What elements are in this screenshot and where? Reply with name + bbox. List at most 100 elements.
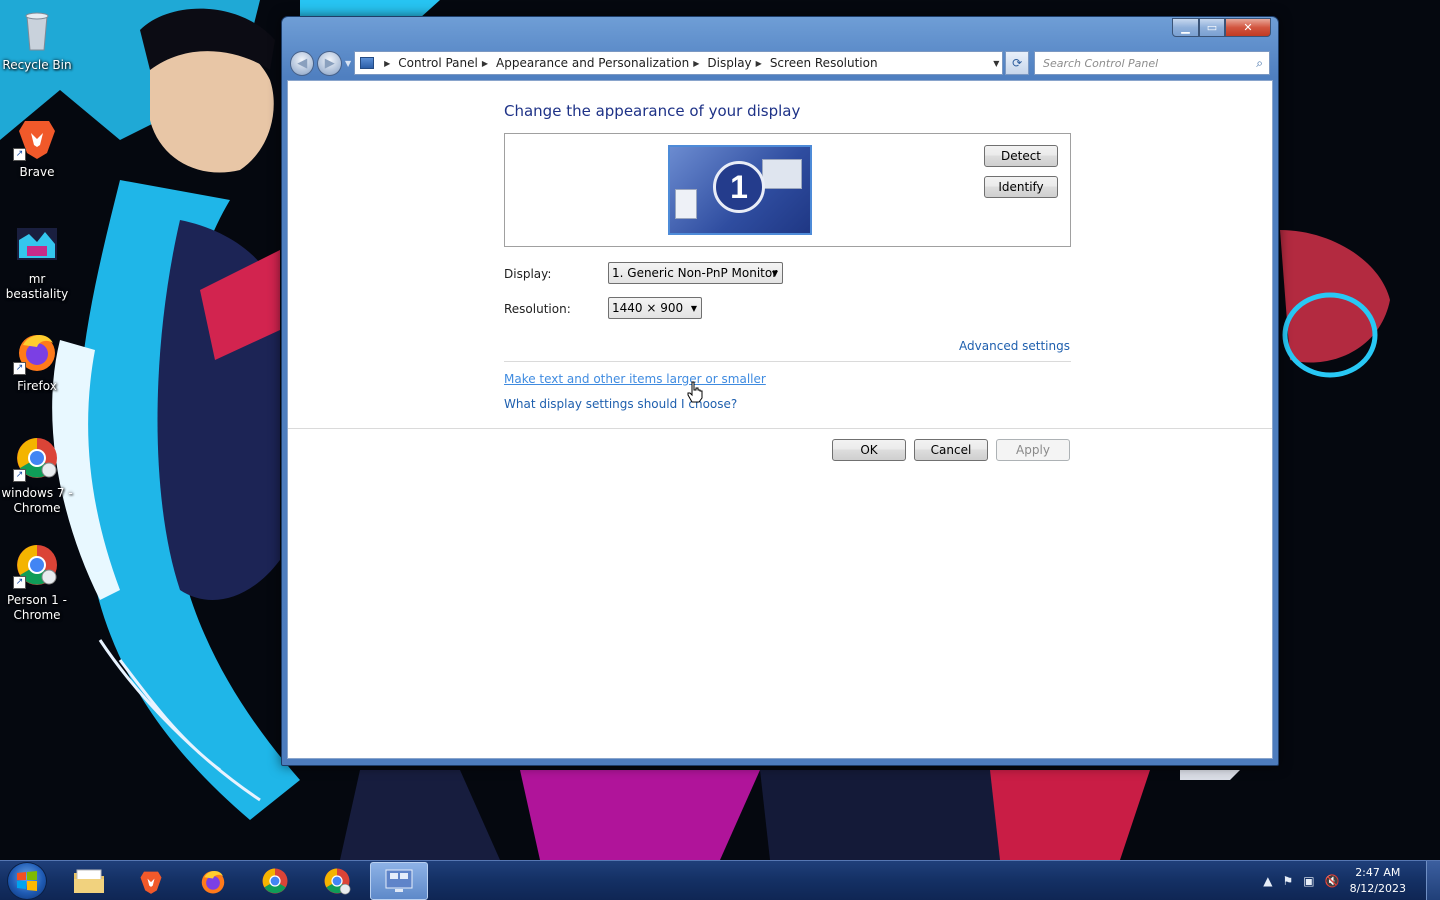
action-center-flag-icon[interactable]: ⚑ bbox=[1283, 874, 1294, 888]
brave-icon bbox=[140, 871, 162, 894]
screen-resolution-window: ▁ ▭ ✕ ◀ ▶ ▼ ▶ Control Panel ▶ Appearance… bbox=[281, 16, 1279, 766]
taskbar-chrome[interactable] bbox=[246, 862, 304, 900]
window-thumbnail-icon bbox=[762, 159, 802, 189]
desktop-icon-label: Recycle Bin bbox=[2, 58, 72, 72]
show-desktop-button[interactable] bbox=[1426, 861, 1440, 900]
resolution-select-value: 1440 × 900 bbox=[612, 301, 684, 315]
shortcut-arrow-icon: ↗ bbox=[13, 362, 26, 375]
page-title: Change the appearance of your display bbox=[504, 102, 801, 120]
desktop-icon-windows7-chrome[interactable]: ↗ windows 7 - Chrome bbox=[0, 434, 74, 516]
back-arrow-icon: ◀ bbox=[297, 55, 308, 71]
system-tray: ▲ ⚑ ▣ 🔇 2:47 AM 8/12/2023 bbox=[1263, 861, 1440, 900]
breadcrumb-control-panel[interactable]: Control Panel bbox=[398, 56, 478, 70]
search-placeholder: Search Control Panel bbox=[1042, 56, 1159, 70]
detect-button[interactable]: Detect bbox=[984, 145, 1058, 167]
shortcut-arrow-icon: ↗ bbox=[13, 148, 26, 161]
chrome-icon bbox=[262, 868, 288, 894]
taskbar-firefox[interactable] bbox=[184, 862, 242, 900]
windows-explorer-icon bbox=[74, 869, 104, 893]
forward-arrow-icon: ▶ bbox=[324, 55, 335, 71]
chevron-down-icon: ▼ bbox=[690, 303, 697, 313]
show-hidden-icons-icon[interactable]: ▲ bbox=[1263, 874, 1272, 888]
desktop-icon-brave[interactable]: ↗ Brave bbox=[0, 113, 74, 180]
monitor-number: 1 bbox=[713, 161, 765, 213]
breadcrumb-separator-icon[interactable]: ▶ bbox=[756, 59, 762, 68]
breadcrumb-separator-icon[interactable]: ▶ bbox=[384, 59, 390, 68]
desktop-icon-mr-beastiality[interactable]: mr beastiality bbox=[0, 220, 74, 302]
window-controls: ▁ ▭ ✕ bbox=[1172, 18, 1271, 37]
display-label: Display: bbox=[504, 267, 552, 281]
chrome-icon: ↗ bbox=[13, 541, 61, 589]
desktop-icon-recycle-bin[interactable]: Recycle Bin bbox=[0, 6, 74, 73]
address-bar[interactable]: ▶ Control Panel ▶ Appearance and Persona… bbox=[354, 51, 1004, 75]
desktop-icon-label: Person 1 - Chrome bbox=[7, 593, 67, 622]
display-select-value: 1. Generic Non-PnP Monitor bbox=[612, 266, 778, 280]
volume-muted-icon[interactable]: 🔇 bbox=[1325, 874, 1340, 888]
monitor-preview-area: 1 Detect Identify bbox=[504, 133, 1071, 247]
desktop-icon-label: Brave bbox=[19, 165, 55, 179]
maximize-icon: ▭ bbox=[1206, 21, 1218, 34]
hand-cursor-icon bbox=[686, 381, 704, 406]
firefox-icon bbox=[201, 870, 225, 894]
recent-pages-dropdown-icon[interactable]: ▼ bbox=[345, 59, 351, 68]
forward-button[interactable]: ▶ bbox=[317, 50, 342, 76]
chrome-icon bbox=[324, 868, 351, 895]
breadcrumb-appearance[interactable]: Appearance and Personalization bbox=[496, 56, 689, 70]
chevron-down-icon: ▼ bbox=[771, 268, 778, 278]
image-file-icon bbox=[13, 220, 61, 268]
desktop-icon-label: Firefox bbox=[17, 379, 57, 393]
chrome-icon: ↗ bbox=[13, 434, 61, 482]
breadcrumb-display[interactable]: Display bbox=[707, 56, 751, 70]
desktop-icon-label: mr beastiality bbox=[5, 272, 69, 301]
taskbar-brave[interactable] bbox=[122, 862, 180, 900]
control-panel-icon bbox=[360, 57, 375, 69]
refresh-button[interactable]: ⟳ bbox=[1005, 51, 1029, 75]
apply-button[interactable]: Apply bbox=[996, 439, 1070, 461]
document-thumbnail-icon bbox=[675, 189, 697, 219]
network-icon[interactable]: ▣ bbox=[1303, 874, 1314, 888]
desktop-icon-person1-chrome[interactable]: ↗ Person 1 - Chrome bbox=[0, 541, 74, 623]
clock-time: 2:47 AM bbox=[1355, 866, 1401, 879]
firefox-icon: ↗ bbox=[13, 327, 61, 375]
minimize-icon: ▁ bbox=[1181, 21, 1190, 34]
display-settings-icon bbox=[385, 869, 413, 892]
divider bbox=[504, 361, 1071, 362]
close-button[interactable]: ✕ bbox=[1225, 18, 1271, 37]
minimize-button[interactable]: ▁ bbox=[1172, 18, 1199, 37]
address-dropdown-icon[interactable]: ▼ bbox=[993, 59, 999, 68]
breadcrumb-separator-icon[interactable]: ▶ bbox=[693, 59, 699, 68]
breadcrumb-screen-resolution[interactable]: Screen Resolution bbox=[770, 56, 878, 70]
back-button[interactable]: ◀ bbox=[290, 50, 315, 76]
search-input[interactable]: Search Control Panel ⌕ bbox=[1033, 51, 1270, 75]
resolution-select[interactable]: 1440 × 900 ▼ bbox=[608, 297, 702, 319]
breadcrumb-separator-icon[interactable]: ▶ bbox=[482, 59, 488, 68]
clock[interactable]: 2:47 AM 8/12/2023 bbox=[1350, 865, 1406, 897]
text-size-link[interactable]: Make text and other items larger or smal… bbox=[504, 372, 766, 386]
advanced-settings-link[interactable]: Advanced settings bbox=[959, 339, 1070, 353]
identify-button[interactable]: Identify bbox=[984, 176, 1058, 198]
refresh-icon: ⟳ bbox=[1012, 56, 1023, 70]
ok-button[interactable]: OK bbox=[832, 439, 906, 461]
search-icon[interactable]: ⌕ bbox=[1256, 56, 1263, 71]
maximize-button[interactable]: ▭ bbox=[1199, 18, 1225, 37]
windows-logo-icon bbox=[17, 871, 37, 891]
shortcut-arrow-icon: ↗ bbox=[13, 469, 26, 482]
recycle-bin-icon bbox=[13, 6, 61, 54]
cancel-button[interactable]: Cancel bbox=[914, 439, 988, 461]
taskbar-windows-explorer[interactable] bbox=[60, 862, 118, 900]
divider bbox=[288, 428, 1272, 429]
shortcut-arrow-icon: ↗ bbox=[13, 576, 26, 589]
display-select[interactable]: 1. Generic Non-PnP Monitor ▼ bbox=[608, 262, 783, 284]
taskbar-display-settings[interactable] bbox=[370, 862, 428, 900]
start-button[interactable] bbox=[7, 862, 47, 900]
close-icon: ✕ bbox=[1243, 21, 1253, 34]
content-pane: Change the appearance of your display 1 … bbox=[287, 80, 1273, 759]
clock-date: 8/12/2023 bbox=[1349, 882, 1406, 895]
desktop-icon-label: windows 7 - Chrome bbox=[1, 486, 73, 515]
desktop-icon-firefox[interactable]: ↗ Firefox bbox=[0, 327, 74, 394]
taskbar-chrome-profile[interactable] bbox=[308, 862, 366, 900]
monitor-1-thumbnail[interactable]: 1 bbox=[668, 145, 812, 235]
taskbar: ▲ ⚑ ▣ 🔇 2:47 AM 8/12/2023 bbox=[0, 860, 1440, 900]
brave-icon: ↗ bbox=[13, 113, 61, 161]
resolution-label: Resolution: bbox=[504, 302, 571, 316]
